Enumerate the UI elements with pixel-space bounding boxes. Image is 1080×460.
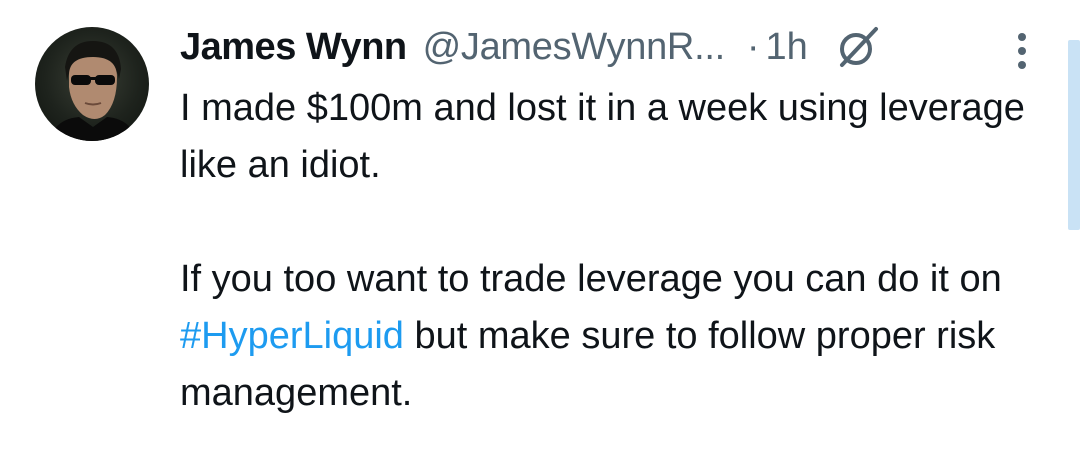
- scrollbar-thumb[interactable]: [1068, 40, 1080, 230]
- meta-separator: ·: [746, 25, 760, 68]
- avatar[interactable]: [35, 27, 149, 141]
- author-handle[interactable]: @JamesWynnR...: [423, 26, 726, 69]
- author-display-name[interactable]: James Wynn: [180, 26, 407, 69]
- more-vertical-icon[interactable]: [1010, 30, 1034, 72]
- grok-icon[interactable]: [834, 23, 882, 71]
- tweet-timestamp[interactable]: 1h: [766, 26, 808, 69]
- tweet-paragraph-1: I made $100m and lost it in a week using…: [180, 87, 1025, 186]
- avatar-portrait-icon: [49, 41, 137, 141]
- tweet-text-segment: If you too want to trade leverage you ca…: [180, 258, 1002, 300]
- tweet-card: James Wynn @JamesWynnR... · 1h I made $1…: [0, 0, 1080, 460]
- tweet-text: I made $100m and lost it in a week using…: [180, 80, 1050, 422]
- tweet-header: James Wynn @JamesWynnR... · 1h: [180, 22, 882, 72]
- tweet-paragraph-2: If you too want to trade leverage you ca…: [180, 251, 1050, 422]
- hashtag-link[interactable]: #HyperLiquid: [180, 315, 404, 357]
- scrollbar[interactable]: [1066, 0, 1080, 460]
